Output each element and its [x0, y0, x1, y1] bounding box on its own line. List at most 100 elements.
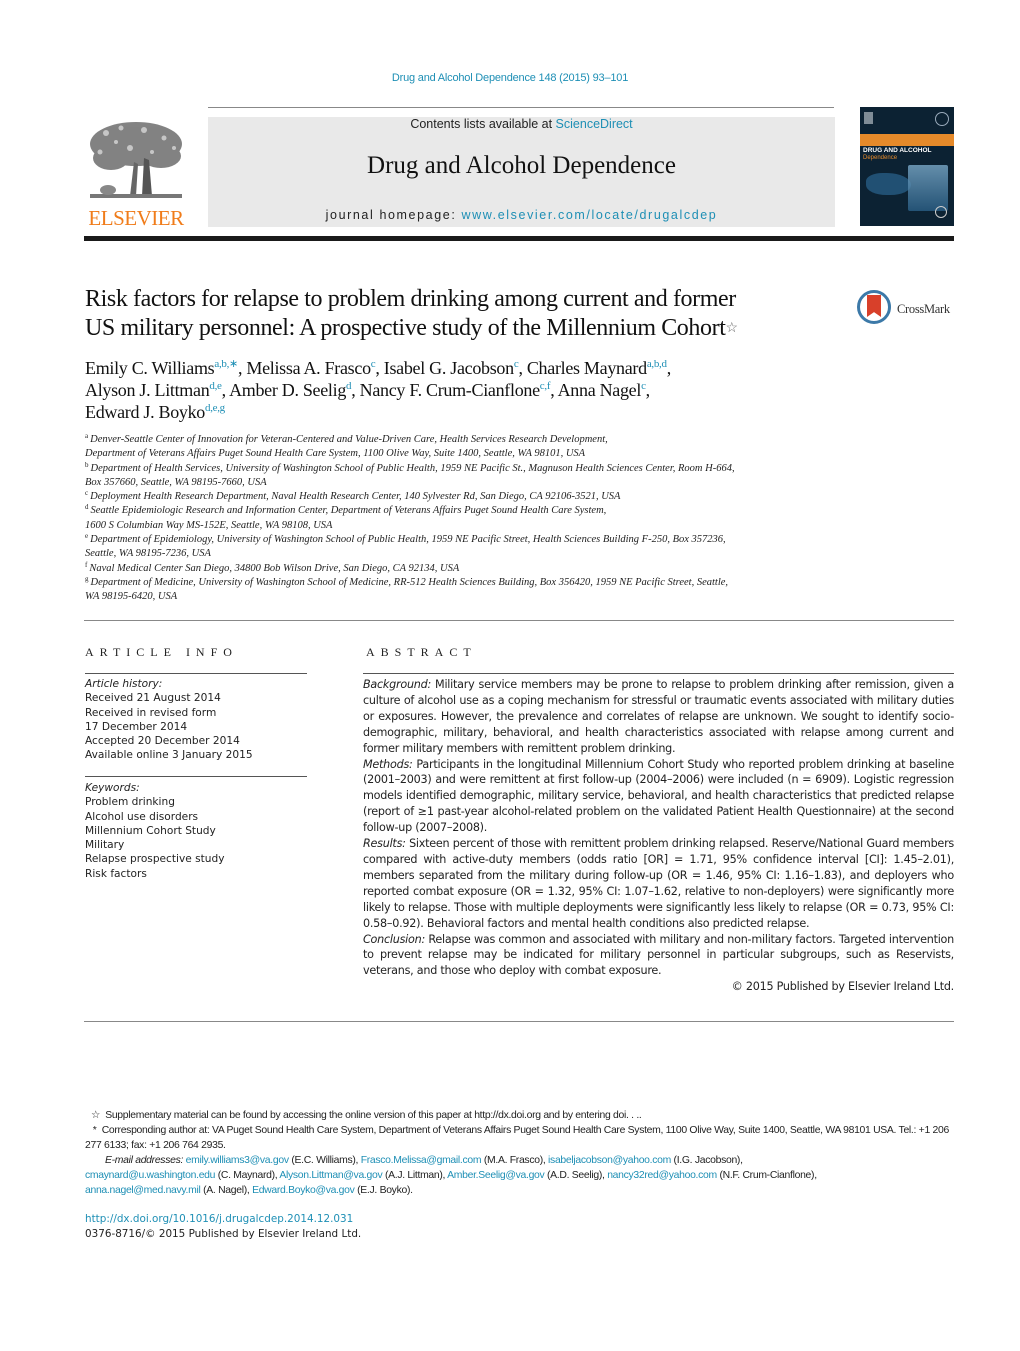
email-link[interactable]: Frasco.Melissa@gmail.com	[361, 1155, 482, 1166]
abstract-results: Results: Sixteen percent of those with r…	[363, 837, 954, 930]
keywords-label: Keywords:	[85, 782, 140, 794]
email-link[interactable]: emily.williams3@va.gov	[186, 1155, 289, 1166]
header-divider	[208, 107, 834, 108]
journal-citation-link[interactable]: Drug and Alcohol Dependence 148 (2015) 9…	[0, 72, 1020, 84]
cover-title: DRUG AND ALCOHOL	[863, 147, 932, 154]
journal-homepage-line: journal homepage: www.elsevier.com/locat…	[208, 208, 835, 222]
article-title-line: US military personnel: A prospective stu…	[85, 315, 738, 341]
crossmark-button[interactable]: CrossMark	[857, 290, 957, 330]
author-affiliation-link[interactable]: d,e	[209, 380, 222, 392]
cover-subtitle: Dependence	[863, 155, 898, 161]
author-affiliation-link[interactable]: c,f	[540, 380, 551, 392]
elsevier-wordmark: ELSEVIER	[88, 206, 184, 230]
affiliation-b: b Department of Health Services, Universi…	[85, 460, 735, 474]
abstract-methods: Methods: Participants in the longitudina…	[363, 757, 954, 835]
corresponding-author-footnote: * Corresponding author at: VA Puget Soun…	[85, 1125, 949, 1151]
email-addresses: E-mail addresses: emily.williams3@va.gov…	[85, 1155, 817, 1196]
section-divider	[84, 620, 954, 621]
abstract-body: Background: Military service members may…	[363, 677, 954, 995]
article-info-divider	[85, 673, 307, 674]
contents-prefix: Contents lists available at	[410, 117, 556, 131]
author-affiliation-link[interactable]: a,b,d	[647, 358, 667, 370]
elsevier-tree-icon	[86, 118, 186, 204]
author-affiliation-link[interactable]: d,e,g	[205, 402, 225, 414]
affiliation-g: g Department of Medicine, University of W…	[85, 574, 729, 588]
affiliation-f: f Naval Medical Center San Diego, 34800 B…	[85, 560, 460, 574]
email-link[interactable]: Amber.Seelig@va.gov	[447, 1170, 545, 1181]
affiliation-a: a Denver-Seattle Center of Innovation for…	[85, 432, 608, 446]
article-title: Risk factors for relapse to problem drin…	[85, 285, 845, 343]
author-name: Emily C. Williams	[85, 358, 215, 378]
author-name: Alyson J. Littman	[85, 380, 210, 400]
email-link[interactable]: Alyson.Littman@va.gov	[279, 1170, 382, 1181]
abstract-background: Background: Military service members may…	[363, 678, 954, 755]
author-list: Emily C. Williamsa,b,∗, Melissa A. Frasc…	[85, 357, 865, 423]
abstract-heading: ABSTRACT	[366, 645, 477, 659]
abstract-copyright: © 2015 Published by Elsevier Ireland Ltd…	[731, 980, 955, 994]
affiliations: a Denver-Seattle Center of Innovation for…	[85, 433, 845, 605]
affiliation-c: c Deployment Health Research Department, …	[85, 489, 621, 503]
footnote-star-icon: ☆	[91, 1110, 101, 1121]
issn-copyright: 0376-8716/© 2015 Published by Elsevier I…	[85, 1228, 362, 1240]
author-line: Emily C. Williamsa,b,∗, Melissa A. Frasc…	[85, 358, 671, 378]
journal-title: Drug and Alcohol Dependence	[367, 152, 676, 179]
cover-hand-image	[866, 173, 911, 195]
keyword-item: Problem drinking	[85, 796, 175, 809]
email-link[interactable]: nancy32red@yahoo.com	[607, 1170, 717, 1181]
author-name: Melissa A. Frasco	[246, 358, 371, 378]
history-item: Accepted 20 December 2014	[85, 735, 240, 748]
keyword-item: Alcohol use disorders	[85, 810, 199, 823]
email-label: E-mail addresses:	[105, 1155, 184, 1166]
history-item: 17 December 2014	[85, 720, 188, 733]
keyword-item: Military	[85, 839, 125, 852]
abstract-conclusion: Conclusion: Relapse was common and assoc…	[363, 932, 954, 978]
contents-line: Contents lists available at ScienceDirec…	[208, 117, 835, 131]
footnote-asterisk-icon: *	[92, 1125, 97, 1136]
affiliation-b-cont: Box 357660, Seattle, WA 98195-7660, USA	[85, 476, 267, 488]
author-line: Alyson J. Littmand,e, Amber D. Seeligd, …	[85, 380, 650, 400]
footer-divider	[84, 1021, 954, 1022]
keyword-item: Risk factors	[85, 867, 147, 880]
keyword-item: Relapse prospective study	[85, 853, 225, 866]
author-name: Edward J. Boyko	[85, 402, 205, 422]
doi-link[interactable]: http://dx.doi.org/10.1016/j.drugalcdep.2…	[85, 1213, 353, 1225]
homepage-prefix: journal homepage:	[325, 208, 462, 222]
history-item: Received in revised form	[85, 706, 217, 719]
sciencedirect-link[interactable]: ScienceDirect	[556, 117, 633, 131]
keywords: Keywords: Problem drinking Alcohol use d…	[85, 781, 307, 881]
cover-glass-image	[908, 165, 948, 211]
abstract-divider	[363, 673, 954, 674]
cover-badge-icon	[935, 112, 949, 126]
author-affiliation-link[interactable]: a,b,∗	[214, 358, 238, 370]
affiliation-g-cont: WA 98195-6420, USA	[85, 591, 178, 603]
history-item: Received 21 August 2014	[85, 692, 221, 705]
email-link[interactable]: isabeljacobson@yahoo.com	[548, 1155, 671, 1166]
title-footnote-star-icon[interactable]: ☆	[725, 321, 738, 336]
footnotes: ☆ Supplementary material can be found by…	[85, 1108, 955, 1198]
keywords-divider	[85, 776, 307, 777]
author-name: Isabel G. Jacobson	[383, 358, 514, 378]
journal-cover-thumbnail[interactable]: DRUG AND ALCOHOL Dependence	[860, 107, 954, 226]
masthead-thick-divider	[84, 236, 954, 241]
email-link[interactable]: Edward.Boyko@va.gov	[252, 1185, 355, 1196]
article-title-line: Risk factors for relapse to problem drin…	[85, 286, 736, 312]
article-history-label: Article history:	[85, 678, 163, 690]
article-history: Article history: Received 21 August 2014…	[85, 677, 307, 763]
author-name: Anna Nagel	[557, 380, 642, 400]
author-line: Edward J. Boykod,e,g	[85, 401, 865, 423]
supplementary-footnote: ☆ Supplementary material can be found by…	[91, 1110, 642, 1121]
journal-homepage-link[interactable]: www.elsevier.com/locate/drugalcdep	[461, 208, 717, 222]
author-name: Amber D. Seelig	[229, 380, 347, 400]
article-info-heading: ARTICLE INFO	[85, 645, 238, 659]
affiliation-d-cont: 1600 S Columbian Way MS-152E, Seattle, W…	[85, 519, 333, 531]
elsevier-logo[interactable]: ELSEVIER	[84, 118, 188, 230]
affiliation-a-cont: Department of Veterans Affairs Puget Sou…	[85, 448, 586, 460]
affiliation-e-cont: Seattle, WA 98195-7236, USA	[85, 548, 211, 560]
affiliation-e: e Department of Epidemiology, University …	[85, 532, 726, 546]
email-link[interactable]: cmaynard@u.washington.edu	[85, 1170, 215, 1181]
cover-elsevier-icon	[864, 112, 873, 124]
crossmark-label: CrossMark	[897, 302, 950, 316]
email-link[interactable]: anna.nagel@med.navy.mil	[85, 1185, 201, 1196]
history-item: Available online 3 January 2015	[85, 749, 253, 762]
author-name: Charles Maynard	[526, 358, 647, 378]
